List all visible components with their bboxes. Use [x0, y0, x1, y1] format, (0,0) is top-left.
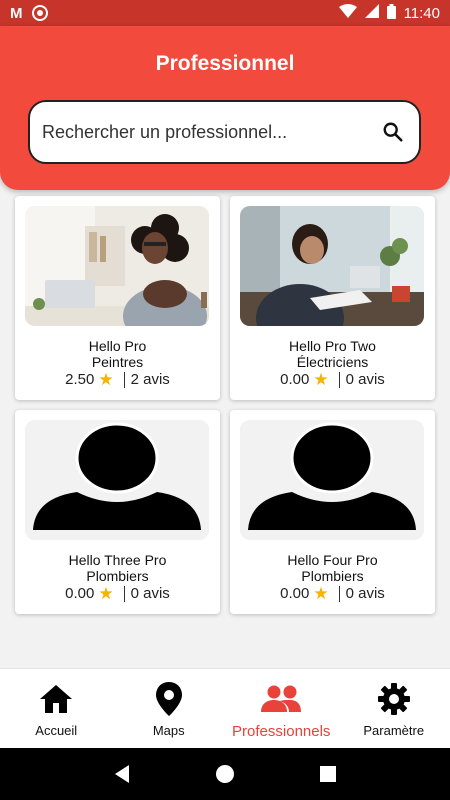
recording-icon	[31, 5, 48, 21]
divider	[338, 585, 340, 602]
wifi-icon	[338, 4, 357, 22]
map-pin-icon	[155, 681, 183, 717]
nav-label: Accueil	[35, 723, 78, 738]
nav-item-accueil[interactable]: Accueil	[0, 669, 113, 748]
rating-value: 2.50	[65, 371, 95, 388]
home-circle-icon[interactable]	[210, 759, 240, 789]
professional-category: Peintres	[91, 354, 144, 370]
gmail-icon: M	[10, 4, 22, 22]
home-icon	[38, 681, 74, 717]
professional-card[interactable]: Hello Pro Two Électriciens 0.00 ★ 0 avis	[230, 196, 435, 400]
star-icon: ★	[98, 584, 114, 603]
signal-icon	[364, 4, 379, 22]
app-header: Professionnel	[0, 26, 450, 190]
professional-card[interactable]: Hello Three Pro Plombiers 0.00 ★ 0 avis	[15, 410, 220, 614]
professional-category: Plombiers	[86, 568, 149, 584]
nav-item-parametre[interactable]: Paramètre	[338, 669, 450, 748]
professionals-grid: Hello Pro Peintres 2.50 ★ 2 avis Hello P…	[15, 196, 435, 614]
star-icon: ★	[313, 584, 329, 603]
rating-row: 0.00 ★ 0 avis	[15, 585, 220, 602]
rating-row: 0.00 ★ 0 avis	[230, 585, 435, 602]
professional-category: Électriciens	[296, 354, 369, 370]
professional-card[interactable]: Hello Pro Peintres 2.50 ★ 2 avis	[15, 196, 220, 400]
settings-gear-icon	[377, 681, 411, 717]
divider	[123, 585, 125, 602]
professional-card[interactable]: Hello Four Pro Plombiers 0.00 ★ 0 avis	[230, 410, 435, 614]
page-title: Professionnel	[155, 52, 295, 75]
review-count: 2 avis	[130, 371, 170, 388]
search-input[interactable]	[42, 121, 381, 143]
default-avatar-icon	[25, 420, 209, 540]
nav-item-maps[interactable]: Maps	[113, 669, 226, 748]
rating-row: 2.50 ★ 2 avis	[15, 371, 220, 388]
nav-label: Maps	[152, 723, 185, 738]
search-icon[interactable]	[381, 120, 405, 144]
review-count: 0 avis	[130, 585, 170, 602]
nav-label: Paramètre	[363, 723, 425, 738]
professional-name: Hello Pro Two	[289, 338, 376, 354]
battery-icon	[386, 3, 396, 23]
system-navigation-bar	[0, 748, 450, 800]
status-time: 11:40	[403, 4, 440, 22]
review-count: 0 avis	[345, 371, 385, 388]
professional-name: Hello Three Pro	[68, 552, 167, 568]
star-icon: ★	[313, 370, 329, 389]
search-bar[interactable]	[28, 100, 421, 164]
bottom-navigation: Accueil Maps Professionnels Paramètre	[0, 668, 450, 748]
divider	[123, 371, 125, 388]
people-icon	[260, 681, 302, 717]
professional-category: Plombiers	[301, 568, 364, 584]
review-count: 0 avis	[345, 585, 385, 602]
status-bar: M 11:40	[0, 0, 450, 26]
default-avatar-icon	[240, 420, 424, 540]
rating-value: 0.00	[65, 585, 95, 602]
back-icon[interactable]	[107, 759, 137, 789]
professional-name: Hello Four Pro	[287, 552, 378, 568]
nav-item-professionnels[interactable]: Professionnels	[225, 669, 338, 748]
rating-value: 0.00	[280, 371, 310, 388]
professional-name: Hello Pro	[88, 338, 147, 354]
professional-photo	[240, 206, 424, 326]
nav-label: Professionnels	[232, 723, 331, 740]
professional-photo	[25, 206, 209, 326]
star-icon: ★	[98, 370, 114, 389]
divider	[338, 371, 340, 388]
recents-icon[interactable]	[313, 759, 343, 789]
rating-row: 0.00 ★ 0 avis	[230, 371, 435, 388]
rating-value: 0.00	[280, 585, 310, 602]
